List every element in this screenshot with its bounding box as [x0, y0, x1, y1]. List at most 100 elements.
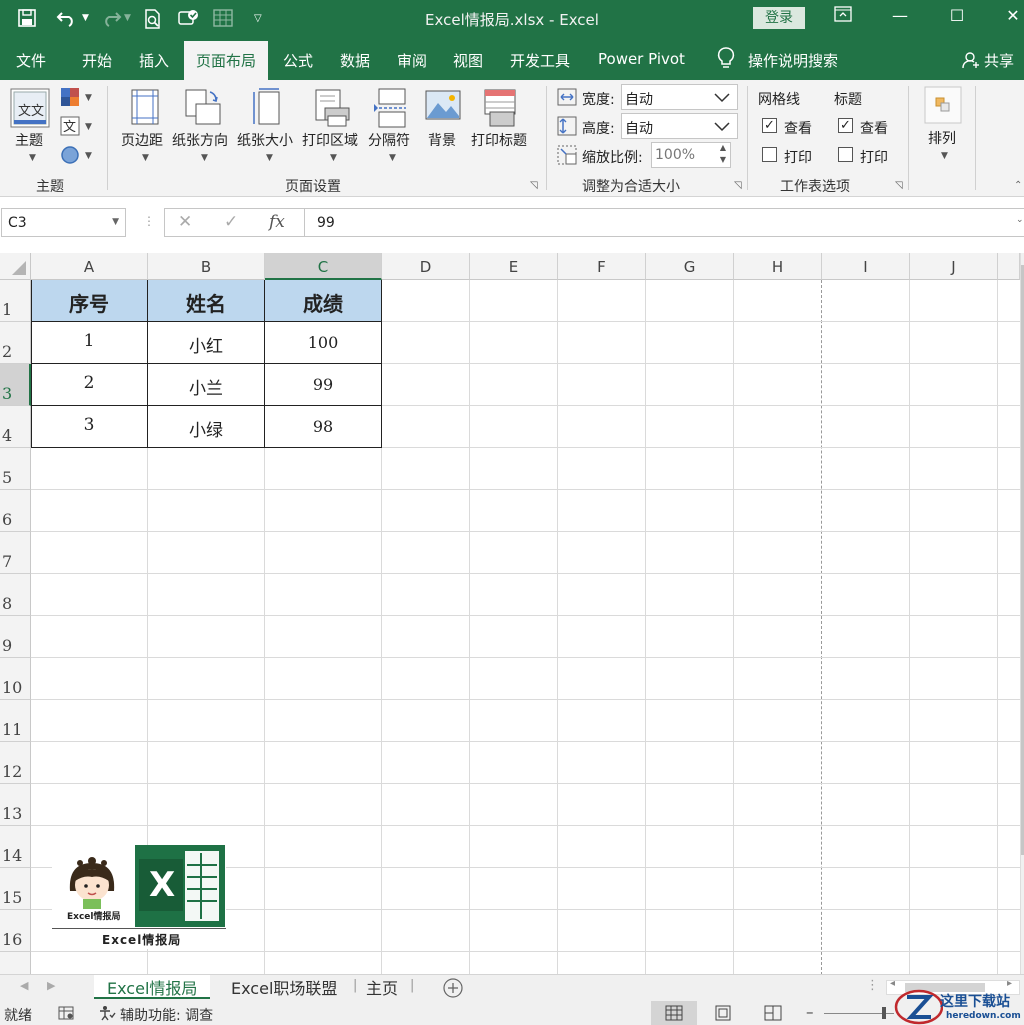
arrange-icon[interactable] [924, 86, 962, 128]
sheet-tab[interactable]: 主页 [366, 975, 398, 999]
row-header[interactable]: 3 [0, 364, 31, 406]
tab-home[interactable]: 开始 [82, 50, 112, 71]
tab-power-pivot[interactable]: Power Pivot [598, 50, 685, 68]
tab-formulas[interactable]: 公式 [283, 50, 313, 71]
row-header[interactable]: 12 [0, 742, 31, 784]
row-header[interactable]: 14 [0, 826, 31, 868]
tell-me-search[interactable]: 操作说明搜索 [748, 50, 838, 71]
table-cell[interactable]: 1 [31, 331, 147, 351]
page-layout-view-icon[interactable] [714, 1005, 732, 1025]
table-header-cell[interactable]: 序号 [31, 288, 147, 317]
table-cell[interactable]: 小红 [148, 332, 264, 357]
headings-print-checkbox[interactable] [838, 147, 853, 162]
column-header[interactable]: E [470, 253, 558, 280]
spin-up-icon[interactable]: ▲ [720, 143, 726, 152]
table-cell[interactable]: 98 [265, 417, 381, 436]
table-cell-selected[interactable]: 99 [265, 375, 381, 394]
column-header-partial[interactable] [998, 253, 1020, 280]
fonts-icon[interactable]: 文 [60, 116, 80, 140]
row-header[interactable]: 8 [0, 574, 31, 616]
enter-icon[interactable]: ✓ [224, 212, 238, 232]
row-header[interactable]: 15 [0, 868, 31, 910]
maximize-icon[interactable]: ☐ [942, 6, 972, 30]
themes-icon[interactable]: 文文 [10, 88, 50, 132]
column-header[interactable]: B [148, 253, 265, 280]
tab-data[interactable]: 数据 [340, 50, 370, 71]
size-icon[interactable] [251, 88, 283, 132]
column-header[interactable]: I [822, 253, 910, 280]
zoom-out-icon[interactable]: – [806, 1003, 814, 1021]
background-button[interactable]: 背景 [428, 130, 456, 150]
themes-dropdown-icon[interactable]: ▼ [29, 153, 36, 163]
column-header[interactable]: D [382, 253, 470, 280]
row-header[interactable]: 10 [0, 658, 31, 700]
orientation-button[interactable]: 纸张方向 [172, 130, 228, 150]
split-handle-icon[interactable]: ⋮ [866, 978, 879, 993]
row-header[interactable]: 13 [0, 784, 31, 826]
print-area-dropdown-icon[interactable]: ▼ [330, 153, 337, 163]
table-icon[interactable] [213, 9, 233, 31]
row-header[interactable]: 11 [0, 700, 31, 742]
close-icon[interactable]: ✕ [998, 6, 1024, 30]
zoom-slider-thumb[interactable] [882, 1007, 886, 1019]
row-header[interactable]: 5 [0, 448, 31, 490]
undo-icon[interactable] [56, 9, 78, 31]
name-box[interactable]: C3 ▼ [1, 208, 126, 237]
margins-dropdown-icon[interactable]: ▼ [142, 153, 149, 163]
tab-view[interactable]: 视图 [453, 50, 483, 71]
headings-view-checkbox[interactable]: ✓ [838, 118, 853, 133]
row-header[interactable]: 2 [0, 322, 31, 364]
column-header[interactable]: J [910, 253, 998, 280]
macro-record-icon[interactable] [58, 1005, 74, 1025]
print-titles-button[interactable]: 打印标题 [471, 130, 527, 150]
column-header[interactable]: A [31, 253, 148, 280]
zoom-slider[interactable] [824, 1007, 894, 1019]
print-area-button[interactable]: 打印区域 [302, 130, 358, 150]
breaks-dropdown-icon[interactable]: ▼ [389, 153, 396, 163]
new-sheet-icon[interactable] [443, 978, 463, 1002]
prev-sheet-icon[interactable]: ◀ [20, 979, 28, 992]
login-button[interactable]: 登录 [753, 7, 805, 29]
tab-review[interactable]: 审阅 [397, 50, 427, 71]
breaks-button[interactable]: 分隔符 [368, 130, 410, 150]
sheet-tab[interactable]: Excel职场联盟 [231, 975, 337, 999]
collapse-ribbon-icon[interactable]: ⌃ [1014, 180, 1022, 191]
accessibility-status[interactable]: 辅助功能: 调查 [120, 1005, 213, 1025]
print-preview-icon[interactable] [143, 9, 163, 33]
size-dropdown-icon[interactable]: ▼ [266, 153, 273, 163]
row-header[interactable]: 1 [0, 280, 31, 322]
gridlines-view-checkbox[interactable]: ✓ [762, 118, 777, 133]
scale-spinner[interactable]: 100% ▲ ▼ [651, 142, 731, 168]
arrange-button[interactable]: 排列 [928, 128, 956, 148]
ribbon-display-options-icon[interactable] [828, 6, 858, 30]
colors-dropdown-icon[interactable]: ▼ [85, 93, 92, 103]
effects-dropdown-icon[interactable]: ▼ [85, 151, 92, 161]
redo-dropdown-icon[interactable]: ▼ [124, 13, 131, 23]
accessibility-icon[interactable] [98, 1005, 116, 1025]
gridlines-print-checkbox[interactable] [762, 147, 777, 162]
table-header-cell[interactable]: 姓名 [148, 288, 264, 317]
colors-icon[interactable] [60, 87, 80, 111]
customize-qat-icon[interactable]: ▽ [254, 13, 262, 24]
tab-insert[interactable]: 插入 [139, 50, 169, 71]
redo-icon[interactable] [100, 9, 122, 31]
spin-down-icon[interactable]: ▼ [720, 155, 726, 164]
arrange-dropdown-icon[interactable]: ▼ [941, 151, 948, 161]
table-cell[interactable]: 3 [31, 415, 147, 435]
tab-file[interactable]: 文件 [16, 50, 46, 71]
column-header[interactable]: H [734, 253, 822, 280]
fonts-dropdown-icon[interactable]: ▼ [85, 122, 92, 132]
column-header[interactable]: C [265, 253, 382, 280]
sheet-options-launcher-icon[interactable]: ◹ [895, 180, 903, 191]
save-icon[interactable] [18, 9, 36, 31]
cancel-icon[interactable]: ✕ [178, 212, 192, 232]
share-person-icon[interactable] [962, 51, 980, 73]
height-select[interactable]: 自动 [621, 113, 738, 139]
undo-dropdown-icon[interactable]: ▼ [82, 13, 89, 23]
themes-button-label[interactable]: 主题 [15, 130, 43, 150]
row-header[interactable]: 4 [0, 406, 31, 448]
page-break-view-icon[interactable] [764, 1005, 782, 1025]
touch-mode-icon[interactable] [178, 9, 200, 33]
sheet-tab-active[interactable]: Excel情报局 [94, 975, 211, 999]
size-button[interactable]: 纸张大小 [237, 130, 293, 150]
